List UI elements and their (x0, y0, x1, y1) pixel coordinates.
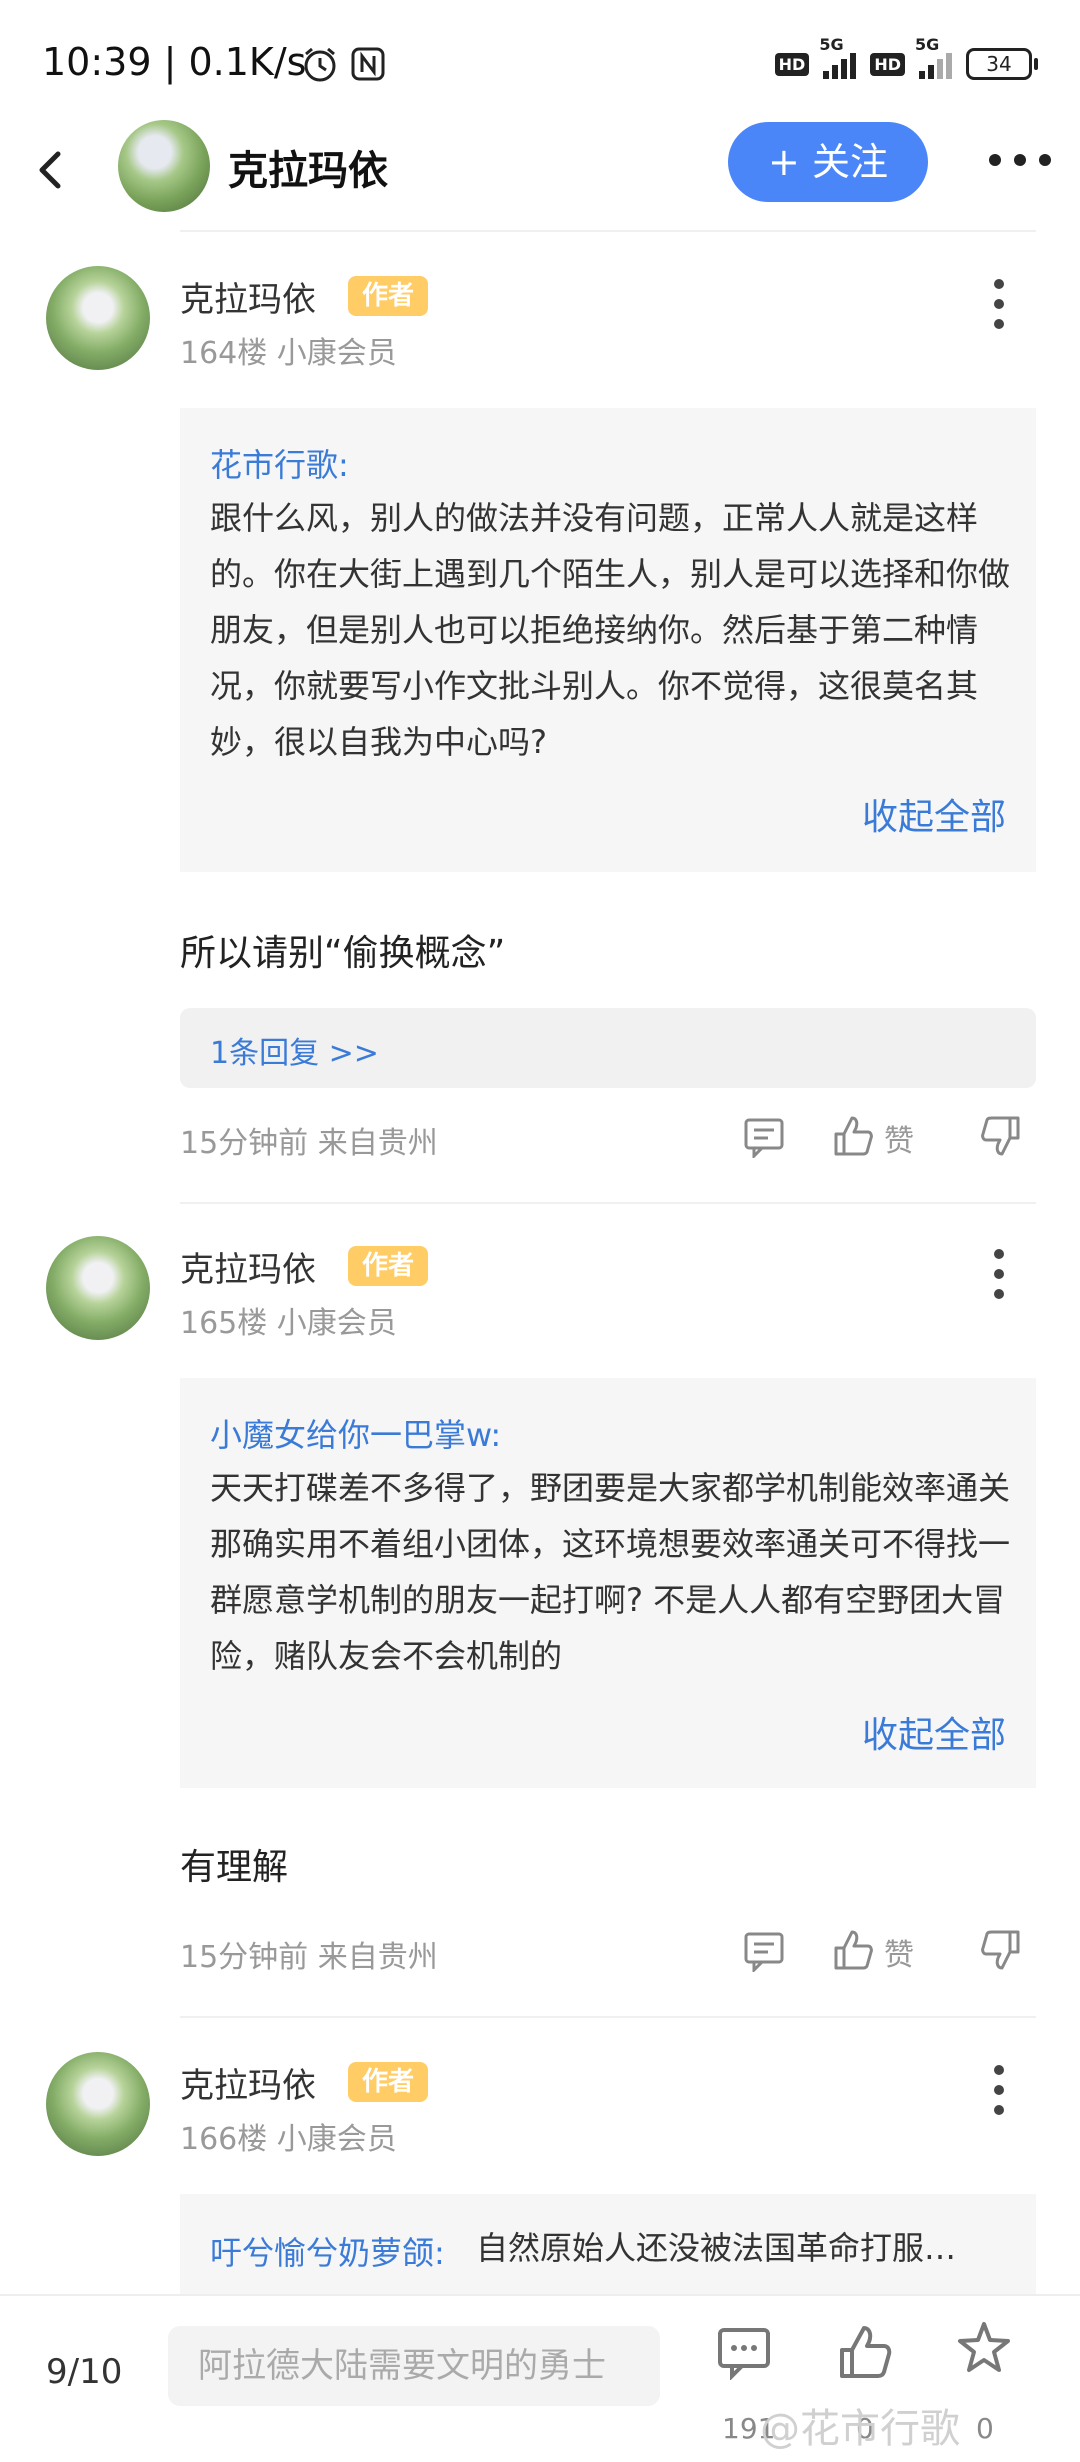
author-badge: 作者 (348, 1246, 428, 1286)
post-menu-icon[interactable] (992, 2064, 1006, 2116)
author-badge: 作者 (348, 2062, 428, 2102)
collapse-link[interactable]: 收起全部 (862, 788, 1006, 840)
floor-meta: 164楼 小康会员 (180, 336, 397, 371)
timestamp: 15分钟前 来自贵州 (180, 1940, 438, 1975)
replies-link-label[interactable]: 1条回复 >> (210, 1028, 379, 1072)
comment-count-icon[interactable] (716, 2324, 772, 2381)
status-time: 10:39 | 0.1K/s (42, 40, 307, 84)
divider (180, 230, 1036, 232)
thumbs-up-icon[interactable] (836, 2324, 892, 2380)
quote-author[interactable]: 小魔女给你一巴掌w: (210, 1410, 501, 1456)
quoted-comment[interactable]: 花市行歌: 跟什么风，别人的做法并没有问题，正常人人就是这样的。你在大街上遇到几… (180, 408, 1036, 872)
alarm-icon (300, 44, 340, 88)
quote-text: 天天打碟差不多得了，野团要是大家都学机制能效率通关那确实用不着组小团体，这环境想… (210, 1469, 1011, 1675)
comment-input[interactable]: 阿拉德大陆需要文明的勇士 (168, 2326, 660, 2406)
page-title: 克拉玛依 (228, 148, 388, 194)
hd-icon: HD (774, 52, 810, 76)
quote-text: 跟什么风，别人的做法并没有问题，正常人人就是这样的。你在大街上遇到几个陌生人，别… (210, 499, 1011, 761)
post-menu-icon[interactable] (992, 1248, 1006, 1300)
divider (180, 2016, 1036, 2018)
avatar[interactable] (118, 120, 210, 212)
quote-author[interactable]: 吁兮愉兮奶萝颌: (210, 2228, 445, 2274)
like-label[interactable]: 赞 (884, 1930, 914, 1974)
quote-text: 自然原始人还没被法国革命打服… (476, 2229, 957, 2267)
comment-icon[interactable] (742, 1114, 786, 1160)
signal-icon-2: 5G (915, 35, 952, 79)
signal-icon: 5G (819, 35, 857, 79)
reply-text: 有理解 (180, 1847, 289, 1888)
replies-link[interactable]: 1条回复 >> (180, 1008, 1036, 1088)
dislike-icon[interactable] (980, 1114, 1024, 1158)
nfc-icon (350, 46, 386, 86)
watermark: @花市行歌 (760, 2406, 960, 2452)
follow-button[interactable]: + 关注 (728, 122, 928, 202)
star-icon[interactable] (956, 2320, 1012, 2376)
back-arrow-icon (39, 151, 61, 189)
author-badge: 作者 (348, 276, 428, 316)
bottom-bar: 9/10 阿拉德大陆需要文明的勇士 191 0 0 @花市行歌 (0, 2294, 1080, 2462)
top-nav: 克拉玛依 + 关注 (0, 110, 1080, 230)
username[interactable]: 克拉玛依 (180, 1242, 316, 1291)
more-options-icon[interactable] (985, 150, 1055, 170)
favorite-count: 0 (976, 2412, 994, 2445)
quote-author[interactable]: 花市行歌: (210, 440, 349, 486)
page-indicator[interactable]: 9/10 (46, 2352, 122, 2392)
divider (180, 1202, 1036, 1204)
like-icon[interactable] (830, 1928, 874, 1972)
hd-icon-2: HD (870, 52, 905, 76)
username[interactable]: 克拉玛依 (180, 272, 316, 321)
back-button[interactable] (30, 140, 70, 200)
avatar[interactable] (46, 1236, 150, 1340)
like-icon[interactable] (830, 1114, 874, 1158)
quoted-comment[interactable]: 小魔女给你一巴掌w: 天天打碟差不多得了，野团要是大家都学机制能效率通关那确实用… (180, 1378, 1036, 1788)
reply-text: 所以请别“偷换概念” (180, 933, 506, 974)
username[interactable]: 克拉玛依 (180, 2058, 316, 2107)
comment-icon[interactable] (742, 1928, 786, 1974)
dislike-icon[interactable] (980, 1928, 1024, 1972)
quoted-comment[interactable]: 吁兮愉兮奶萝颌: 自然原始人还没被法国革命打服… (180, 2194, 1036, 2304)
collapse-link[interactable]: 收起全部 (862, 1706, 1006, 1758)
battery-icon: 34 (966, 48, 1038, 80)
like-label[interactable]: 赞 (884, 1116, 914, 1160)
floor-meta: 166楼 小康会员 (180, 2122, 397, 2157)
post-menu-icon[interactable] (992, 278, 1006, 330)
timestamp: 15分钟前 来自贵州 (180, 1126, 438, 1161)
status-right: HD 5G HD 5G 34 (774, 35, 1038, 80)
floor-meta: 165楼 小康会员 (180, 1306, 397, 1341)
avatar[interactable] (46, 266, 150, 370)
avatar[interactable] (46, 2052, 150, 2156)
